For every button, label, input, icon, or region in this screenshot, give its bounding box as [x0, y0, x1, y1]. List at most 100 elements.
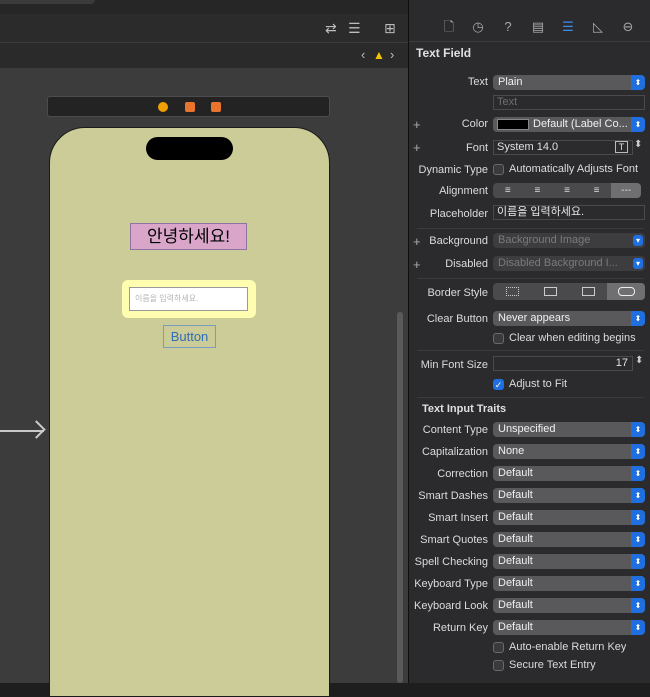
stepper-icon[interactable]: ⬍	[635, 355, 643, 366]
font-field[interactable]: System 14.0	[493, 140, 633, 155]
dynamic-type-label: Dynamic Type	[418, 164, 489, 176]
trait-popup[interactable]: Default ⬍	[493, 598, 645, 613]
size-icon[interactable]: ◺	[590, 19, 606, 35]
button-element[interactable]: Button	[163, 325, 216, 348]
trait-label: Return Key	[432, 622, 488, 634]
attributes-icon[interactable]: ☰	[560, 19, 576, 35]
separator	[417, 228, 644, 229]
name-text-field[interactable]: 이름을 입력하세요.	[129, 287, 248, 311]
secure-text-checkbox[interactable]	[493, 660, 504, 671]
border-rounded-icon[interactable]	[607, 283, 645, 300]
chevron-updown-icon: ⬍	[631, 117, 645, 132]
swap-arrows-icon[interactable]: ⇄	[325, 21, 337, 35]
clear-when-editing-checkbox[interactable]	[493, 333, 504, 344]
chevron-updown-icon: ⬍	[631, 75, 645, 90]
trait-popup[interactable]: Default ⬍	[493, 620, 645, 635]
min-font-size-field[interactable]: 17	[493, 356, 633, 371]
border-style-segmented-control[interactable]	[493, 283, 645, 300]
trait-popup[interactable]: Default ⬍	[493, 488, 645, 503]
exit-icon[interactable]	[211, 102, 221, 112]
border-style-label: Border Style	[427, 287, 488, 299]
trait-popup[interactable]: None ⬍	[493, 444, 645, 459]
align-right-icon[interactable]: ≡	[552, 183, 582, 198]
chevron-updown-icon: ⬍	[631, 598, 645, 613]
greeting-label[interactable]: 안녕하세요!	[130, 223, 247, 250]
trait-label: Capitalization	[421, 446, 488, 458]
chevron-right-icon[interactable]: ›	[390, 48, 394, 62]
editor-tab[interactable]	[0, 0, 95, 4]
plus-icon[interactable]: +	[413, 118, 421, 131]
editor-tab-strip	[0, 0, 408, 14]
border-bezel-icon[interactable]	[569, 283, 607, 300]
clear-button-value: Never appears	[498, 312, 571, 324]
plus-icon[interactable]: +	[413, 235, 421, 248]
align-center-icon[interactable]: ≡	[523, 183, 553, 198]
secure-text-text: Secure Text Entry	[509, 659, 596, 671]
trait-popup[interactable]: Default ⬍	[493, 532, 645, 547]
trait-label: Smart Insert	[428, 512, 488, 524]
first-responder-icon[interactable]	[185, 102, 195, 112]
file-icon[interactable]: 🗋	[441, 19, 457, 35]
align-justify-icon[interactable]: ≡	[582, 183, 612, 198]
view-controller-icon[interactable]	[158, 102, 168, 112]
trait-value: Default	[498, 467, 533, 479]
border-line-icon[interactable]	[531, 283, 569, 300]
connections-icon[interactable]: ⊖	[620, 19, 636, 35]
adjust-to-fit-checkbox[interactable]: ✓	[493, 379, 504, 390]
editor-toolbar: ⇄ ☰ ⊞	[0, 14, 408, 43]
trait-popup[interactable]: Default ⬍	[493, 466, 645, 481]
text-type-popup[interactable]: Plain ⬍	[493, 75, 645, 90]
inspector-tabs: 🗋 ◷ ? ▤ ☰ ◺ ⊖	[409, 14, 650, 42]
trait-value: Default	[498, 621, 533, 633]
plus-icon[interactable]: +	[413, 258, 421, 271]
canvas-scrollbar[interactable]	[397, 312, 403, 683]
trait-value: Default	[498, 511, 533, 523]
align-natural-icon[interactable]: ---	[611, 183, 641, 198]
auto-adjust-font-checkbox[interactable]	[493, 164, 504, 175]
color-popup[interactable]: Default (Label Co... ⬍	[493, 117, 645, 132]
section-title: Text Field	[416, 46, 472, 60]
clear-when-editing-text: Clear when editing begins	[509, 332, 636, 344]
warning-icon[interactable]: ▲	[373, 48, 385, 62]
trait-label: Smart Dashes	[418, 490, 488, 502]
trait-value: Default	[498, 577, 533, 589]
plus-icon[interactable]: +	[413, 141, 421, 154]
trait-popup[interactable]: Default ⬍	[493, 554, 645, 569]
text-value-field[interactable]: Text	[493, 95, 645, 110]
border-none-icon[interactable]	[493, 283, 531, 300]
iphone-scene[interactable]	[49, 127, 330, 697]
trait-popup[interactable]: Default ⬍	[493, 510, 645, 525]
placeholder-field[interactable]: 이름을 입력하세요.	[493, 205, 645, 220]
font-picker-icon[interactable]: T	[615, 141, 628, 153]
add-editor-icon[interactable]: ⊞	[384, 21, 396, 35]
trait-value: Default	[498, 533, 533, 545]
align-left-icon[interactable]: ≡	[493, 183, 523, 198]
trait-value: Default	[498, 599, 533, 611]
history-icon[interactable]: ◷	[470, 19, 486, 35]
trait-label: Spell Checking	[414, 556, 488, 568]
background-label: Background	[429, 235, 488, 247]
scene-dock[interactable]	[47, 96, 330, 117]
trait-label: Keyboard Look	[414, 600, 488, 612]
disabled-label: Disabled	[445, 258, 488, 270]
editor-options-icon[interactable]: ☰	[348, 21, 361, 35]
alignment-segmented-control[interactable]: ≡ ≡ ≡ ≡ ---	[493, 183, 641, 198]
chevron-left-icon[interactable]: ‹	[361, 48, 365, 62]
help-icon[interactable]: ?	[500, 19, 516, 35]
auto-enable-return-checkbox[interactable]	[493, 642, 504, 653]
trait-popup[interactable]: Unspecified ⬍	[493, 422, 645, 437]
color-swatch	[497, 119, 529, 130]
clear-button-popup[interactable]: Never appears ⬍	[493, 311, 645, 326]
identity-icon[interactable]: ▤	[530, 19, 546, 35]
trait-popup[interactable]: Default ⬍	[493, 576, 645, 591]
clear-button-label: Clear Button	[426, 313, 488, 325]
font-label: Font	[465, 142, 488, 154]
adjust-to-fit-text: Adjust to Fit	[509, 378, 568, 390]
background-image-popup[interactable]: Background Image ▾	[493, 233, 645, 248]
font-value: System 14.0	[497, 141, 559, 153]
chevron-updown-icon: ⬍	[631, 488, 645, 503]
stepper-icon[interactable]: ⬍	[634, 139, 642, 150]
trait-label: Content Type	[422, 424, 488, 436]
chevron-updown-icon: ⬍	[631, 620, 645, 635]
disabled-image-popup[interactable]: Disabled Background I... ▾	[493, 256, 645, 271]
